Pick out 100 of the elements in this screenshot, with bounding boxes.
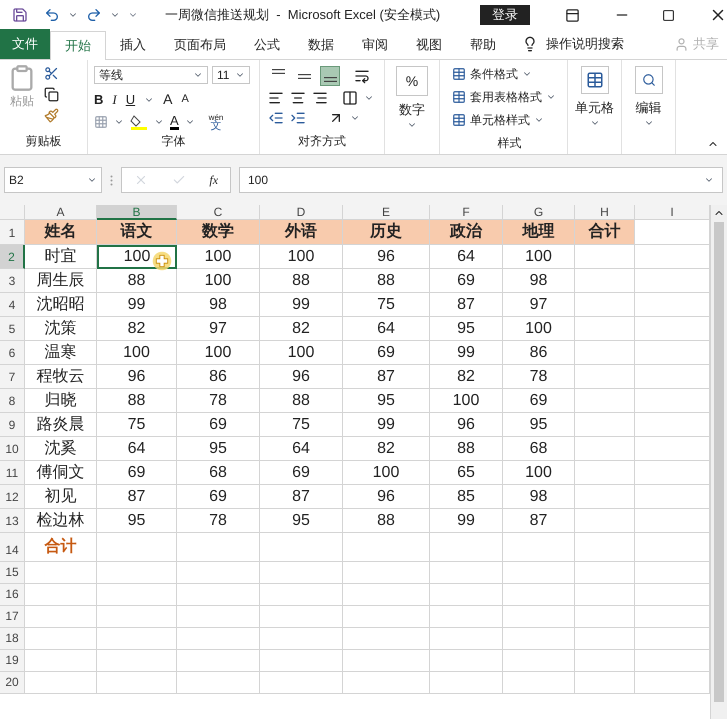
table-cell[interactable]: 68	[177, 461, 260, 485]
editing-button[interactable]: 编辑	[636, 98, 662, 118]
table-cell[interactable]: 95	[97, 509, 177, 533]
table-cell[interactable]: 100	[503, 317, 575, 341]
table-cell[interactable]: 88	[97, 389, 177, 413]
number-button[interactable]: 数字	[399, 100, 425, 120]
table-cell[interactable]: 87	[343, 365, 430, 389]
table-cell[interactable]: 82	[260, 317, 343, 341]
table-cell[interactable]	[97, 672, 177, 694]
table-cell[interactable]: 95	[430, 317, 503, 341]
table-cell[interactable]: 100	[503, 461, 575, 485]
table-cell[interactable]: 100	[260, 245, 343, 269]
table-cell[interactable]	[575, 485, 635, 509]
table-cell[interactable]	[575, 509, 635, 533]
table-cell[interactable]: 86	[177, 365, 260, 389]
table-cell[interactable]: 98	[503, 485, 575, 509]
phonetic-button[interactable]: wén 文	[208, 113, 224, 131]
table-cell[interactable]: 69	[260, 461, 343, 485]
table-cell[interactable]: 96	[343, 485, 430, 509]
shrink-font-button[interactable]: A	[181, 91, 189, 108]
table-cell[interactable]: 温寒	[25, 341, 97, 365]
table-cell[interactable]: 语文	[97, 220, 177, 245]
table-cell[interactable]	[177, 672, 260, 694]
ribbon-tab[interactable]: 公式	[240, 30, 294, 59]
table-cell[interactable]: 98	[503, 269, 575, 293]
table-cell[interactable]: 78	[503, 365, 575, 389]
format-painter-icon[interactable]	[44, 108, 59, 123]
table-cell[interactable]: 87	[97, 485, 177, 509]
table-cell[interactable]	[575, 628, 635, 650]
table-cell[interactable]: 97	[503, 293, 575, 317]
table-cell[interactable]	[260, 628, 343, 650]
table-cell[interactable]	[503, 584, 575, 606]
tell-me-search[interactable]: 操作说明搜索	[546, 34, 624, 54]
row-header[interactable]: 4	[0, 293, 25, 317]
table-cell[interactable]	[25, 650, 97, 672]
table-cell[interactable]: 100	[260, 341, 343, 365]
table-cell[interactable]: 88	[260, 269, 343, 293]
table-cell[interactable]	[503, 628, 575, 650]
table-cell[interactable]: 88	[343, 509, 430, 533]
table-cell[interactable]: 95	[260, 509, 343, 533]
row-header[interactable]: 9	[0, 413, 25, 437]
table-cell[interactable]: 99	[260, 293, 343, 317]
table-cell[interactable]: 68	[503, 437, 575, 461]
table-cell[interactable]	[575, 672, 635, 694]
redo-icon[interactable]	[86, 7, 102, 23]
undo-icon[interactable]	[44, 7, 60, 23]
table-cell[interactable]: 87	[430, 293, 503, 317]
row-header[interactable]: 12	[0, 485, 25, 509]
active-cell[interactable]: 100	[97, 245, 177, 269]
table-cell[interactable]: 75	[343, 293, 430, 317]
save-icon[interactable]	[12, 7, 28, 23]
align-center-icon[interactable]	[290, 90, 306, 106]
row-header[interactable]: 13	[0, 509, 25, 533]
table-cell[interactable]: 69	[97, 461, 177, 485]
row-header[interactable]: 3	[0, 269, 25, 293]
file-tab[interactable]: 文件	[0, 29, 50, 59]
table-cell[interactable]	[575, 533, 635, 562]
table-cell[interactable]	[575, 293, 635, 317]
row-header[interactable]: 6	[0, 341, 25, 365]
align-right-icon[interactable]	[312, 90, 328, 106]
table-cell[interactable]: 97	[177, 317, 260, 341]
table-cell[interactable]: 96	[430, 413, 503, 437]
table-cell[interactable]	[430, 650, 503, 672]
decrease-indent-icon[interactable]	[268, 110, 284, 126]
table-cell[interactable]: 64	[260, 437, 343, 461]
table-cell[interactable]: 75	[97, 413, 177, 437]
table-cell[interactable]	[343, 628, 430, 650]
table-cell[interactable]	[343, 562, 430, 584]
table-cell[interactable]	[503, 562, 575, 584]
table-cell[interactable]: 82	[343, 437, 430, 461]
table-cell[interactable]: 69	[177, 413, 260, 437]
table-cell[interactable]: 傅侗文	[25, 461, 97, 485]
table-cell[interactable]	[503, 650, 575, 672]
table-cell[interactable]: 99	[97, 293, 177, 317]
table-cell[interactable]: 地理	[503, 220, 575, 245]
table-cell[interactable]	[575, 461, 635, 485]
table-cell[interactable]: 检边林	[25, 509, 97, 533]
table-cell[interactable]	[25, 606, 97, 628]
font-color-button[interactable]: A	[170, 114, 179, 130]
align-left-icon[interactable]	[268, 90, 284, 106]
table-cell[interactable]: 78	[177, 509, 260, 533]
fill-color-icon[interactable]	[130, 114, 148, 130]
table-cell[interactable]	[97, 650, 177, 672]
table-cell[interactable]	[343, 650, 430, 672]
table-cell[interactable]	[343, 606, 430, 628]
table-cell[interactable]: 沈奚	[25, 437, 97, 461]
table-cell[interactable]: 99	[343, 413, 430, 437]
table-cell[interactable]	[575, 562, 635, 584]
table-cell[interactable]: 100	[343, 461, 430, 485]
row-header[interactable]: 15	[0, 562, 25, 584]
table-cell[interactable]	[575, 584, 635, 606]
ribbon-tab[interactable]: 开始	[50, 31, 106, 60]
table-cell[interactable]	[97, 606, 177, 628]
table-cell[interactable]: 82	[97, 317, 177, 341]
table-cell[interactable]	[575, 245, 635, 269]
row-header[interactable]: 20	[0, 672, 25, 694]
row-header[interactable]: 16	[0, 584, 25, 606]
table-cell[interactable]	[260, 584, 343, 606]
table-cell[interactable]	[503, 672, 575, 694]
table-cell[interactable]: 96	[260, 365, 343, 389]
